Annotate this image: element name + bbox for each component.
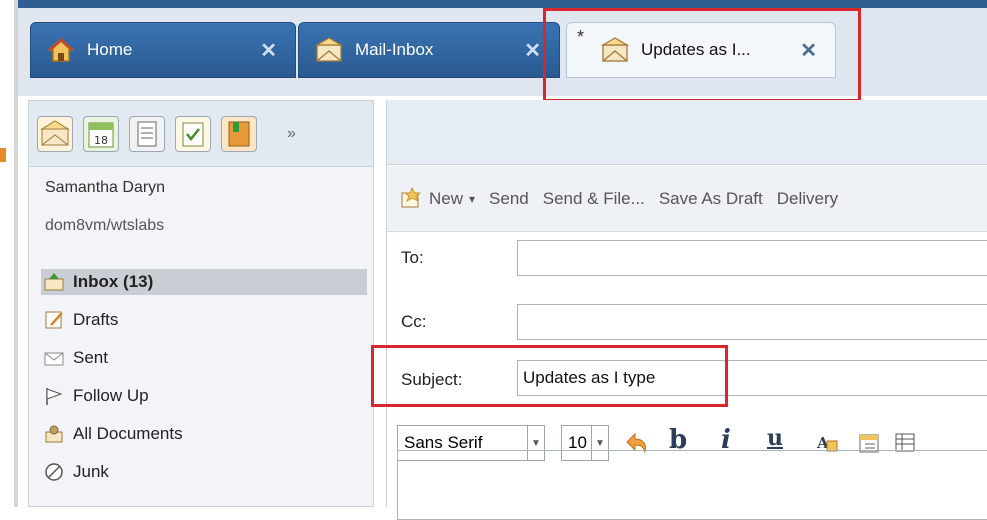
send-file-button[interactable]: Send & File... [543, 189, 645, 209]
tab-mail-inbox-label: Mail-Inbox [355, 40, 434, 59]
folder-label: Drafts [73, 310, 119, 329]
folder-label: Sent [73, 348, 108, 367]
highlight-tab-callout [543, 8, 861, 102]
contacts-icon[interactable] [129, 115, 165, 152]
compose-panel: New ▾ Send Send & File... Save As Draft … [386, 100, 987, 520]
highlight-subject-callout [371, 345, 728, 407]
folder-label: Follow Up [73, 386, 149, 405]
send-button[interactable]: Send [489, 189, 529, 209]
folder-drafts[interactable]: Drafts [41, 307, 367, 333]
tab-mail-inbox[interactable]: Mail-Inbox ✕ [298, 22, 560, 78]
tab-strip-top [18, 0, 987, 8]
server-name: dom8vm/wtslabs [45, 217, 165, 234]
new-icon [399, 186, 423, 211]
folder-junk[interactable]: Junk [41, 459, 367, 485]
accent-marker [0, 148, 6, 162]
message-body[interactable] [397, 450, 987, 520]
todo-icon[interactable] [175, 115, 211, 152]
new-button[interactable]: New [429, 189, 463, 209]
cc-label: Cc: [401, 312, 427, 331]
notebook-icon[interactable] [221, 115, 257, 152]
folder-label: All Documents [73, 424, 183, 443]
folder-inbox[interactable]: Inbox (13) [41, 269, 367, 295]
calendar-icon[interactable]: 18 [83, 115, 119, 152]
close-icon[interactable]: ✕ [260, 38, 277, 63]
to-label: To: [401, 248, 424, 267]
folder-label: Junk [73, 462, 109, 481]
mail-icon [314, 36, 344, 64]
mail-icon[interactable] [37, 115, 73, 152]
drafts-icon [43, 310, 65, 330]
home-icon [47, 36, 75, 64]
close-icon[interactable]: ✕ [524, 38, 541, 63]
tab-home[interactable]: Home ✕ [30, 22, 296, 78]
cc-field[interactable] [517, 304, 987, 340]
more-icon[interactable]: » [287, 125, 296, 143]
chevron-down-icon[interactable]: ▾ [469, 192, 475, 206]
calendar-day: 18 [94, 134, 108, 147]
sent-icon [43, 348, 65, 368]
underline-icon[interactable]: u [767, 425, 783, 451]
folder-all-documents[interactable]: All Documents [41, 421, 367, 447]
junk-icon [43, 462, 65, 482]
user-name: Samantha Daryn [45, 179, 166, 196]
navigation-panel: 18 » Samantha Daryn dom8vm/wtslabs Inbox… [28, 100, 374, 507]
tab-home-label: Home [87, 40, 133, 59]
folder-follow-up[interactable]: Follow Up [41, 383, 367, 409]
compose-action-bar: New ▾ Send Send & File... Save As Draft … [387, 166, 987, 232]
flag-icon [43, 386, 65, 406]
compose-header [387, 100, 987, 165]
nav-toolbar: 18 » [29, 101, 373, 167]
documents-icon [43, 424, 65, 444]
delivery-button[interactable]: Delivery [777, 189, 838, 209]
save-draft-button[interactable]: Save As Draft [659, 189, 763, 209]
inbox-icon [43, 272, 65, 292]
folder-sent[interactable]: Sent [41, 345, 367, 371]
folder-label: Inbox (13) [73, 272, 154, 291]
to-field[interactable] [517, 240, 987, 276]
